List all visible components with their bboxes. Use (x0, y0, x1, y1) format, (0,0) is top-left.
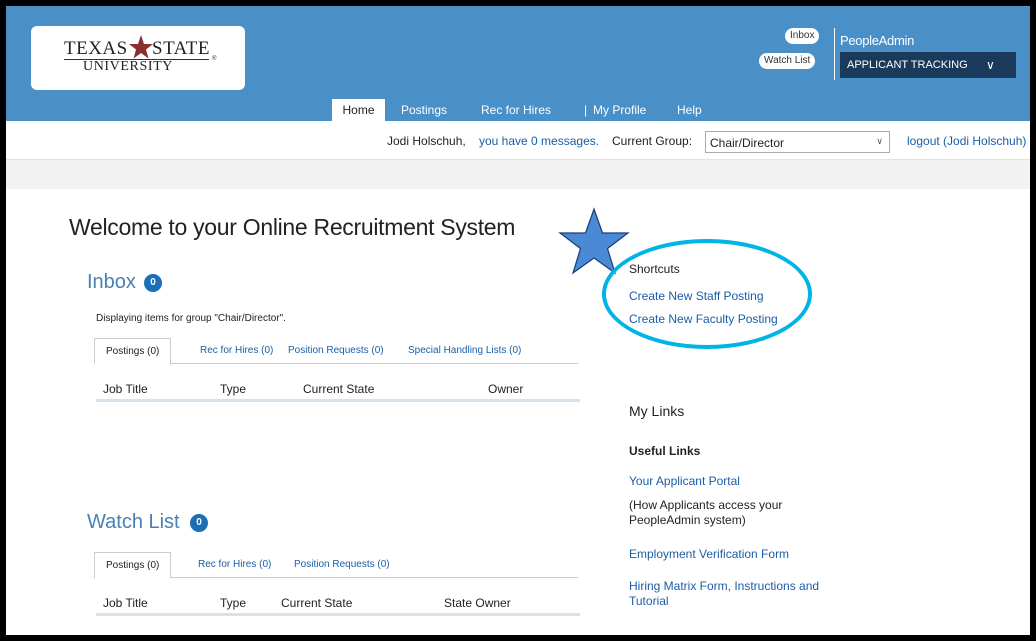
module-dropdown[interactable]: APPLICANT TRACKING ∨ (840, 52, 1016, 78)
applicant-portal-link[interactable]: Your Applicant Portal (629, 474, 740, 488)
inbox-table-header: Job Title Type Current State Owner (96, 378, 580, 402)
user-bar: Jodi Holschuh, you have 0 messages. Curr… (6, 121, 1030, 159)
chevron-down-icon: ∨ (986, 58, 995, 72)
column-header-type[interactable]: Type (220, 382, 246, 396)
column-header-owner[interactable]: Owner (488, 382, 523, 396)
peopleadmin-brand: PeopleAdmin (840, 33, 915, 48)
column-header-current-state[interactable]: Current State (281, 596, 352, 610)
nav-tab-postings[interactable]: Postings (401, 99, 447, 121)
nav-separator: | (584, 103, 588, 117)
user-name: Jodi Holschuh, (387, 134, 466, 148)
current-group-value: Chair/Director (710, 136, 785, 150)
university-logo[interactable]: TEXAS STATE UNIVERSITY ® (31, 26, 245, 90)
inbox-heading: Inbox (87, 271, 136, 293)
watchlist-tab-position-requests[interactable]: Position Requests (0) (294, 552, 390, 578)
current-group-label: Current Group: (612, 134, 693, 148)
app-header: TEXAS STATE UNIVERSITY ® Inbox Watch Lis… (6, 6, 1030, 121)
watchlist-tab-postings[interactable]: Postings (0) (94, 552, 172, 579)
column-header-type[interactable]: Type (220, 596, 246, 610)
browser-viewport: TEXAS STATE UNIVERSITY ® Inbox Watch Lis… (6, 6, 1030, 635)
inbox-group-note: Displaying items for group "Chair/Direct… (96, 313, 286, 324)
logo-star-icon (129, 35, 153, 59)
column-header-state-owner[interactable]: State Owner (444, 596, 511, 610)
watchlist-tab-rec-for-hires[interactable]: Rec for Hires (0) (198, 552, 271, 578)
logout-link[interactable]: logout (Jodi Holschuh) (907, 134, 1026, 148)
main-nav: Home Postings Rec for Hires | My Profile… (6, 99, 1030, 121)
inbox-count-badge: 0 (144, 274, 162, 292)
messages-link[interactable]: you have 0 messages. (479, 134, 599, 148)
module-dropdown-label: APPLICANT TRACKING (847, 59, 968, 71)
my-links-heading: My Links (629, 403, 685, 419)
employment-verification-link[interactable]: Employment Verification Form (629, 547, 789, 561)
column-header-job-title[interactable]: Job Title (103, 596, 148, 610)
hiring-matrix-link[interactable]: Hiring Matrix Form, Instructions and Tut… (629, 579, 829, 609)
nav-tab-my-profile[interactable]: My Profile (593, 99, 646, 121)
useful-links-heading: Useful Links (629, 444, 701, 458)
header-divider (834, 28, 835, 80)
watchlist-table-header: Job Title Type Current State State Owner (96, 592, 580, 616)
inbox-tabs: Postings (0) Rec for Hires (0) Position … (94, 338, 578, 365)
applicant-portal-note: (How Applicants access your PeopleAdmin … (629, 498, 783, 527)
column-header-job-title[interactable]: Job Title (103, 382, 148, 396)
sub-header-bar (6, 159, 1030, 189)
watchlist-heading: Watch List (87, 511, 180, 533)
nav-tab-help[interactable]: Help (677, 99, 702, 121)
current-group-select[interactable]: Chair/Director ∨ (705, 131, 890, 153)
watchlist-tabs: Postings (0) Rec for Hires (0) Position … (94, 552, 578, 579)
header-inbox-button[interactable]: Inbox (785, 28, 820, 44)
inbox-tab-postings[interactable]: Postings (0) (94, 338, 172, 365)
chevron-down-icon: ∨ (876, 136, 883, 146)
logo-text-texas: TEXAS (64, 38, 128, 59)
nav-tab-home[interactable]: Home (332, 99, 385, 121)
logo-text-university: UNIVERSITY (83, 59, 173, 74)
inbox-tab-rec-for-hires[interactable]: Rec for Hires (0) (200, 338, 273, 364)
watchlist-count-badge: 0 (190, 514, 208, 532)
logo-text-state: STATE (152, 38, 210, 59)
circle-annotation (602, 239, 812, 349)
column-header-current-state[interactable]: Current State (303, 382, 374, 396)
inbox-tab-special-handling[interactable]: Special Handling Lists (0) (408, 338, 521, 364)
page-title: Welcome to your Online Recruitment Syste… (69, 214, 516, 240)
header-watchlist-button[interactable]: Watch List (759, 53, 816, 69)
logo-registered-mark: ® (212, 56, 217, 62)
inbox-tab-position-requests[interactable]: Position Requests (0) (288, 338, 384, 364)
nav-tab-rec-for-hires[interactable]: Rec for Hires (481, 99, 551, 121)
